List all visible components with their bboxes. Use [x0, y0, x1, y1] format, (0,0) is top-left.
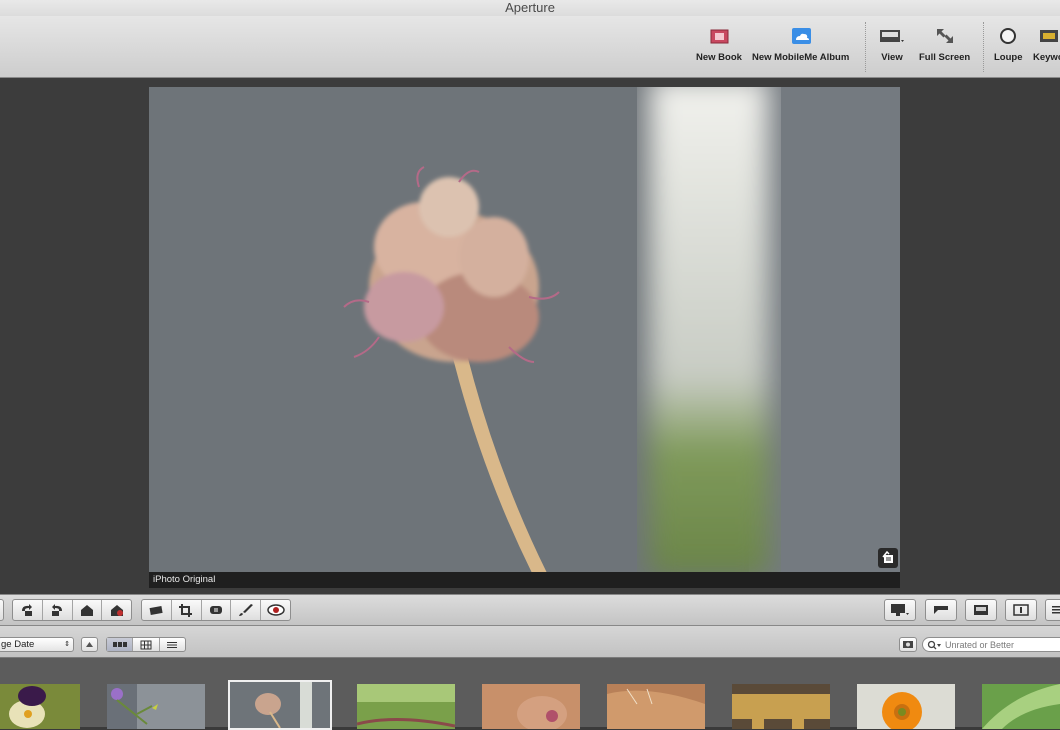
photo-caption: iPhoto Original: [153, 574, 216, 585]
main-photo[interactable]: [149, 87, 900, 572]
filmstrip-mode-icon: [112, 642, 127, 647]
rotate-right-icon: [52, 604, 63, 616]
thumbnail-dried-flower-selected[interactable]: [228, 680, 332, 730]
filmstrip: [0, 658, 1060, 730]
thumbnail-image: [982, 684, 1060, 729]
crop-button[interactable]: [172, 600, 202, 620]
keywords-button[interactable]: Keywo: [1033, 26, 1060, 63]
partial-control-group[interactable]: [0, 599, 4, 621]
thumbnail-image: [607, 684, 705, 729]
new-book-button[interactable]: New Book: [696, 26, 742, 63]
brush-icon: [238, 604, 253, 616]
triangle-up-icon: [86, 642, 93, 647]
photo-upload-icon: [80, 605, 93, 616]
straighten-button[interactable]: [142, 600, 172, 620]
display-menu-group[interactable]: [884, 599, 916, 621]
sort-select[interactable]: ge Date ⇕: [0, 637, 74, 652]
rotate-left-button[interactable]: [13, 600, 43, 620]
layout-icon: [934, 606, 948, 614]
single-view-button[interactable]: [1006, 600, 1036, 620]
thumbnail-purple-flower[interactable]: [107, 684, 205, 729]
list-view-button[interactable]: [1046, 600, 1060, 620]
list-icon: [1052, 606, 1060, 614]
adjust-tools-group: [141, 599, 291, 621]
window-title: Aperture: [505, 0, 555, 15]
one-up-icon: [1013, 604, 1029, 616]
partial-right-group[interactable]: [1045, 599, 1060, 621]
main-toolbar: New Book New MobileMe Album View Full Sc…: [0, 16, 1060, 78]
stack-badge[interactable]: [878, 548, 898, 568]
straighten-icon: [149, 606, 163, 615]
search-hud-icon: [903, 641, 913, 648]
filmstrip-mode-button[interactable]: [107, 638, 134, 651]
red-eye-button[interactable]: [261, 600, 290, 620]
crop-icon: [179, 604, 193, 617]
retouch-button[interactable]: [202, 600, 232, 620]
single-view-group[interactable]: [1005, 599, 1037, 621]
magnifier-dropdown-icon: [927, 640, 941, 650]
view-icon: [880, 30, 904, 42]
thumbnail-image: [230, 682, 330, 728]
thumbnail-image: [357, 684, 455, 729]
filmstrip-icon: [974, 605, 988, 615]
monitor-icon: [891, 604, 909, 616]
photo-viewer: iPhoto Original: [0, 78, 1060, 594]
cloud-icon: [791, 28, 811, 44]
loupe-button[interactable]: Loupe: [994, 26, 1023, 63]
thumbnail-image: [0, 684, 80, 729]
remove-photo-button[interactable]: [102, 600, 131, 620]
eye-icon: [266, 604, 285, 616]
search-filter-input[interactable]: Unrated or Better: [922, 637, 1060, 652]
photo-reject-icon: [110, 605, 123, 616]
toolbar-separator: [983, 22, 984, 72]
new-mobileme-album-button[interactable]: New MobileMe Album: [752, 26, 849, 63]
filmstrip-toggle-group[interactable]: [925, 599, 957, 621]
rotate-left-icon: [22, 604, 33, 616]
stack-icon: [882, 550, 893, 563]
thumbnail-image: [732, 684, 830, 729]
full-screen-button[interactable]: Full Screen: [919, 26, 970, 63]
thumbnail-pansy[interactable]: [0, 684, 80, 729]
grid-icon: [140, 640, 152, 649]
rotate-right-button[interactable]: [43, 600, 73, 620]
thumbnail-green-stem[interactable]: [357, 684, 455, 729]
thumbnail-cat-closeup[interactable]: [482, 684, 580, 729]
edit-controls-bar: [0, 594, 1060, 626]
flower-photo-image: [149, 87, 900, 572]
brush-button[interactable]: [231, 600, 262, 620]
split-view-group[interactable]: [965, 599, 997, 621]
updown-arrows-icon: ⇕: [64, 641, 70, 648]
display-button[interactable]: [885, 600, 915, 620]
window-titlebar: Aperture: [0, 0, 1060, 16]
viewer-layout-button[interactable]: [926, 600, 956, 620]
sort-select-value: ge Date: [1, 639, 35, 650]
sort-direction-button[interactable]: [81, 637, 98, 652]
set-key-photo-button[interactable]: [73, 600, 103, 620]
list-mode-icon: [167, 641, 178, 648]
photo-info-bar: iPhoto Original: [149, 572, 900, 588]
thumbnail-cat-fur[interactable]: [607, 684, 705, 729]
bandage-icon: [209, 606, 222, 614]
filter-hud-button[interactable]: [899, 637, 917, 652]
list-mode-button[interactable]: [160, 638, 185, 651]
loupe-icon: [1000, 28, 1017, 44]
thumbnail-green-leaves[interactable]: [982, 684, 1060, 729]
rotate-group: [12, 599, 132, 621]
browser-toolbar: ge Date ⇕ Unrated or Better: [0, 626, 1060, 658]
grid-mode-button[interactable]: [133, 638, 160, 651]
book-icon: [710, 29, 729, 44]
thumbnail-image: [857, 684, 955, 729]
search-filter-placeholder: Unrated or Better: [945, 640, 1015, 650]
keywords-icon: [1040, 30, 1059, 42]
thumbnail-orange-flower[interactable]: [857, 684, 955, 729]
thumbnail-image: [482, 684, 580, 729]
thumbnail-image: [107, 684, 205, 729]
browser-view-mode-group: [106, 637, 186, 652]
view-button[interactable]: View: [879, 26, 905, 63]
expand-arrows-icon: [936, 29, 953, 43]
toolbar-separator: [865, 22, 866, 72]
split-view-button[interactable]: [966, 600, 996, 620]
thumbnail-gold-object[interactable]: [732, 684, 830, 729]
